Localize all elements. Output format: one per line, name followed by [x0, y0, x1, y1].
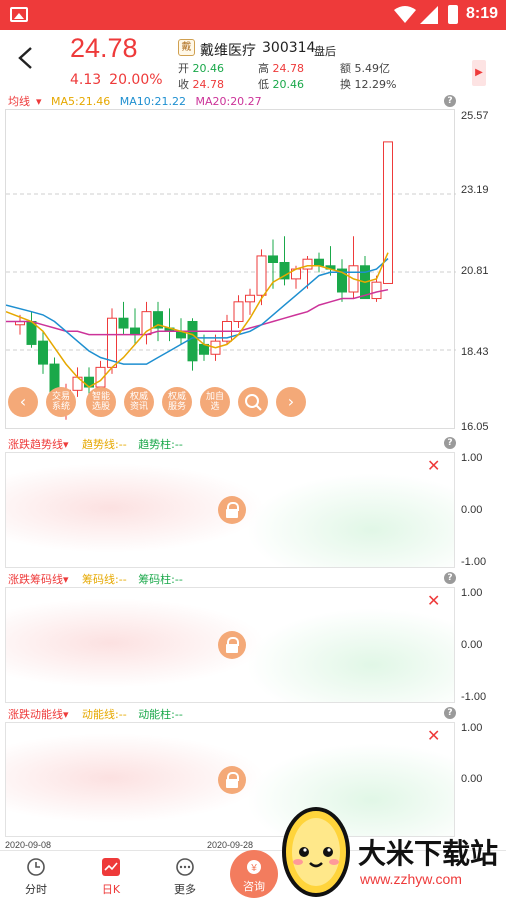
kline-svg [5, 141, 456, 420]
indicator-1-ytop: 1.00 [461, 452, 483, 464]
lock-icon[interactable] [218, 766, 246, 794]
quick-smart-pick[interactable]: 智能 选股 [86, 387, 116, 417]
quote-turnover: 换 12.29% [340, 78, 397, 91]
stock-code: 300314 [262, 40, 316, 56]
expand-quote-button[interactable]: ▶ [472, 60, 486, 86]
change-percent: 20.00% [109, 72, 163, 88]
quick-service[interactable]: 权威 服务 [162, 387, 192, 417]
market-status: 盘后 [314, 45, 336, 58]
battery-icon [448, 5, 458, 24]
indicator-1-panel [5, 452, 455, 568]
tab-daily-k[interactable]: 日K [86, 851, 136, 900]
app-root: 8:19 24.78 4.13 20.00% 戴 戴维医疗 300314 盘后 开… [0, 0, 506, 900]
lock-icon[interactable] [218, 631, 246, 659]
ma20-label: MA20:20.27 [195, 95, 262, 108]
candle-body [187, 320, 198, 362]
price-change: 4.13 20.00% [70, 72, 171, 88]
indicator-1-ymid: 0.00 [461, 504, 483, 516]
watermark-text: 大米下载站 [358, 837, 499, 870]
ma5-label: MA5:21.46 [51, 95, 111, 108]
candle-body [118, 317, 129, 329]
back-arrow-icon[interactable] [16, 46, 36, 70]
svg-text:¥: ¥ [250, 863, 257, 874]
y-tick-0: 25.57 [461, 110, 489, 122]
ma-dropdown[interactable]: 均线 ▾ [8, 95, 42, 108]
quote-low: 低 20.46 [258, 78, 304, 91]
search-button[interactable] [238, 387, 268, 417]
signal-icon [420, 6, 438, 24]
candle-body [371, 281, 382, 300]
wifi-icon [394, 6, 416, 23]
x-label-start: 2020-09-08 [5, 840, 52, 850]
candle-body [233, 301, 244, 322]
status-time: 8:19 [466, 5, 499, 22]
candle-body [302, 258, 313, 270]
quote-close: 收 24.78 [178, 78, 224, 91]
indicator-2-dropdown[interactable]: 涨跌筹码线▾ [8, 573, 69, 586]
scroll-left-button[interactable]: ‹ [8, 387, 38, 417]
change-value: 4.13 [70, 72, 102, 88]
quote-high: 高 24.78 [258, 62, 304, 75]
watermark-mascot-icon [282, 807, 350, 897]
more-icon [176, 858, 194, 876]
indicator-3-ytop: 1.00 [461, 722, 483, 734]
kline-icon [102, 858, 120, 876]
current-price: 24.78 [70, 33, 138, 63]
candle-body [268, 255, 278, 263]
indicator-2-help-icon[interactable]: ? [444, 572, 456, 584]
quick-trade-system[interactable]: 交易 系统 [46, 387, 76, 417]
indicator-3-help-icon[interactable]: ? [444, 707, 456, 719]
clock-icon [27, 858, 45, 876]
x-label-mid: 2020-09-28 [207, 840, 254, 850]
ma-legend: 均线 ▾ MA5:21.46 MA10:21.22 MA20:20.27 [8, 93, 268, 109]
lock-icon[interactable] [218, 496, 246, 524]
candle-body [130, 327, 140, 336]
indicator-3-dropdown[interactable]: 涨跌动能线▾ [8, 708, 69, 721]
image-notification-icon [10, 7, 28, 22]
kline-chart[interactable] [5, 109, 456, 429]
indicator-1-help-icon[interactable]: ? [444, 437, 456, 449]
indicator-1-title: 涨跌趋势线▾ 趋势线:-- 趋势柱:-- [8, 438, 183, 451]
y-tick-4: 16.05 [461, 421, 489, 433]
y-tick-3: 18.43 [461, 346, 489, 358]
scroll-right-button[interactable]: › [276, 387, 306, 417]
ma10-label: MA10:21.22 [119, 95, 186, 108]
indicator-1-ybot: -1.00 [461, 556, 487, 568]
y-tick-2: 20.81 [461, 265, 489, 277]
consult-button[interactable]: ¥ 咨询 [230, 850, 278, 898]
watermark-url: www.zzhyw.com [360, 871, 462, 887]
consult-icon: ¥ [247, 860, 261, 874]
stock-name: 戴维医疗 [200, 43, 256, 59]
indicator-2-close-icon[interactable]: ✕ [427, 591, 440, 610]
indicator-3-close-icon[interactable]: ✕ [427, 726, 440, 745]
tab-intraday[interactable]: 分时 [11, 851, 61, 900]
indicator-2-ybot: -1.00 [461, 691, 487, 703]
indicator-3-panel [5, 722, 455, 837]
candle-body [38, 340, 48, 365]
indicator-2-ymid: 0.00 [461, 639, 483, 651]
status-bar: 8:19 [0, 0, 506, 30]
quote-volume: 额 5.49亿 [340, 62, 390, 75]
indicator-1-close-icon[interactable]: ✕ [427, 456, 440, 475]
indicator-2-ytop: 1.00 [461, 587, 483, 599]
stock-logo-icon: 戴 [178, 39, 195, 56]
indicator-2-title: 涨跌筹码线▾ 筹码线:-- 筹码柱:-- [8, 573, 183, 586]
help-icon[interactable]: ? [444, 95, 456, 107]
candle-body [256, 255, 267, 296]
quick-add-watchlist[interactable]: 加自选 [200, 387, 230, 417]
indicator-3-ymid: 0.00 [461, 773, 483, 785]
tab-more[interactable]: 更多 [160, 851, 210, 900]
candle-body [314, 258, 324, 267]
quick-news[interactable]: 权威 资讯 [124, 387, 154, 417]
quote-open: 开 20.46 [178, 62, 224, 75]
candle-body [245, 294, 255, 303]
search-icon [245, 394, 262, 411]
indicator-3-title: 涨跌动能线▾ 动能线:-- 动能柱:-- [8, 708, 183, 721]
y-tick-1: 23.19 [461, 184, 489, 196]
indicator-1-dropdown[interactable]: 涨跌趋势线▾ [8, 438, 69, 451]
indicator-2-panel [5, 587, 455, 703]
